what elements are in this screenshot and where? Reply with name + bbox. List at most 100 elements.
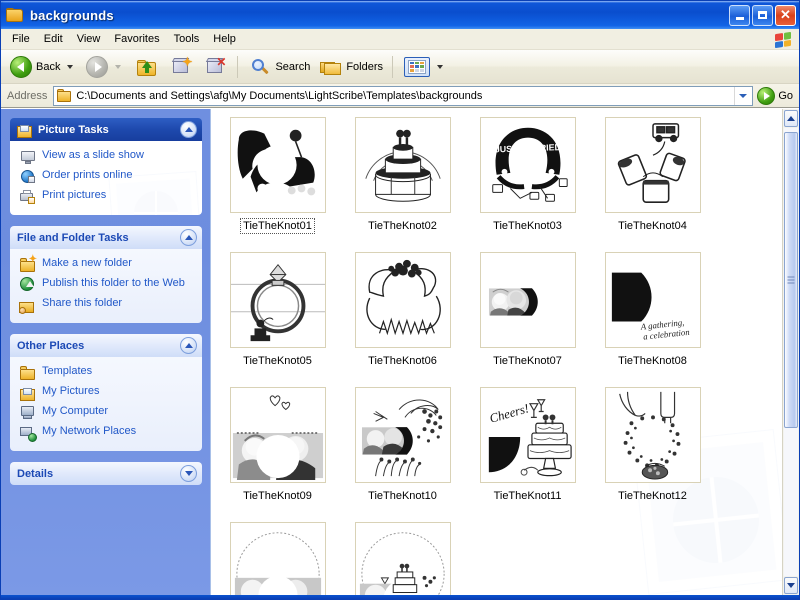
panel-picture-tasks: Picture Tasks View as a slide show: [10, 118, 202, 215]
file-name: TieTheKnot05: [241, 354, 314, 368]
file-name: TieTheKnot12: [616, 489, 689, 503]
address-path-text: C:\Documents and Settings\afg\My Documen…: [76, 90, 730, 102]
scrollbar-thumb[interactable]: [784, 132, 798, 428]
go-button[interactable]: Go: [757, 87, 797, 105]
minimize-button[interactable]: [729, 5, 750, 26]
thumbnail[interactable]: [355, 117, 451, 213]
thumbnail-art: [356, 253, 450, 347]
close-button[interactable]: ✕: [775, 5, 796, 26]
delete-button[interactable]: ✕: [199, 53, 231, 81]
thumbnail-art: [231, 388, 325, 482]
thumbnail[interactable]: [230, 252, 326, 348]
task-make-new-folder[interactable]: ✦ Make a new folder: [20, 255, 194, 275]
thumbnail[interactable]: [355, 522, 451, 595]
task-order-prints[interactable]: Order prints online: [20, 167, 194, 187]
my-computer-icon: [20, 405, 36, 421]
file-item[interactable]: [215, 522, 340, 595]
search-button[interactable]: Search: [244, 53, 313, 81]
vertical-scrollbar[interactable]: [782, 109, 799, 595]
file-item[interactable]: TieTheKnot12: [590, 387, 715, 522]
folders-button[interactable]: Folders: [315, 53, 386, 81]
collapse-chevron-up-icon[interactable]: [180, 121, 197, 138]
new-folder-button[interactable]: ✦: [165, 53, 197, 81]
scroll-down-icon[interactable]: [784, 577, 798, 594]
back-button[interactable]: Back: [5, 53, 79, 81]
menu-file[interactable]: File: [5, 30, 37, 48]
file-item[interactable]: TieTheKnot02: [340, 117, 465, 252]
file-item[interactable]: TieTheKnot04: [590, 117, 715, 252]
scroll-up-icon[interactable]: [784, 110, 798, 127]
menu-tools[interactable]: Tools: [167, 30, 207, 48]
thumbnail[interactable]: JUST MARRIED: [480, 117, 576, 213]
menu-edit[interactable]: Edit: [37, 30, 70, 48]
thumbnail[interactable]: [230, 522, 326, 595]
panel-header-other-places[interactable]: Other Places: [10, 334, 202, 357]
thumbnail[interactable]: [355, 252, 451, 348]
forward-button[interactable]: [81, 53, 129, 81]
address-input[interactable]: C:\Documents and Settings\afg\My Documen…: [53, 86, 753, 106]
file-item[interactable]: Cheers!: [465, 387, 590, 522]
file-item[interactable]: JUST MARRIED TieTheKnot03: [465, 117, 590, 252]
thumbnail[interactable]: A gathering, a celebration: [605, 252, 701, 348]
panel-other-places: Other Places Templates My Pictur: [10, 334, 202, 451]
menu-help[interactable]: Help: [206, 30, 243, 48]
thumbnail[interactable]: [605, 387, 701, 483]
task-label: My Pictures: [42, 385, 99, 398]
thumbnail[interactable]: [355, 387, 451, 483]
file-item[interactable]: TieTheKnot05: [215, 252, 340, 387]
maximize-button[interactable]: [752, 5, 773, 26]
panel-title: Other Places: [17, 340, 175, 352]
place-templates[interactable]: Templates: [20, 363, 194, 383]
file-item[interactable]: TieTheKnot09: [215, 387, 340, 522]
task-print-pictures[interactable]: Print pictures: [20, 187, 194, 207]
go-arrow-icon: [757, 87, 775, 105]
task-publish-to-web[interactable]: Publish this folder to the Web: [20, 275, 194, 295]
thumbnail[interactable]: [480, 252, 576, 348]
file-item[interactable]: TieTheKnot01: [215, 117, 340, 252]
panel-details: Details: [10, 462, 202, 485]
network-places-icon: [20, 425, 36, 441]
panel-header-picture-tasks[interactable]: Picture Tasks: [10, 118, 202, 141]
slideshow-icon: [20, 149, 36, 165]
file-name: TieTheKnot03: [491, 219, 564, 233]
task-view-slideshow[interactable]: View as a slide show: [20, 147, 194, 167]
back-dropdown-icon[interactable]: [67, 65, 73, 69]
task-share-folder[interactable]: Share this folder: [20, 295, 194, 315]
panel-header-file-and-folder-tasks[interactable]: File and Folder Tasks: [10, 226, 202, 249]
file-list-pane[interactable]: TieTheKnot01: [210, 109, 799, 595]
collapse-chevron-up-icon[interactable]: [180, 337, 197, 354]
thumbnail[interactable]: Cheers!: [480, 387, 576, 483]
menu-favorites[interactable]: Favorites: [107, 30, 166, 48]
panel-header-details[interactable]: Details: [10, 462, 202, 485]
file-item[interactable]: TieTheKnot06: [340, 252, 465, 387]
file-item[interactable]: TieTheKnot10: [340, 387, 465, 522]
place-my-pictures[interactable]: My Pictures: [20, 383, 194, 403]
place-network-places[interactable]: My Network Places: [20, 423, 194, 443]
views-button[interactable]: [399, 53, 451, 81]
thumbnail[interactable]: [605, 117, 701, 213]
scrollbar-track[interactable]: [784, 128, 798, 576]
menu-view[interactable]: View: [70, 30, 108, 48]
file-name: TieTheKnot11: [492, 489, 564, 503]
chevron-down-icon[interactable]: [734, 87, 750, 105]
views-dropdown-icon[interactable]: [437, 65, 443, 69]
svg-text:Cheers!: Cheers!: [487, 401, 530, 426]
collapse-chevron-up-icon[interactable]: [180, 229, 197, 246]
file-item[interactable]: [340, 522, 465, 595]
expand-chevron-down-icon[interactable]: [180, 465, 197, 482]
file-item[interactable]: A gathering, a celebration TieTheKnot08: [590, 252, 715, 387]
up-button[interactable]: [131, 53, 163, 81]
up-folder-icon: [136, 57, 158, 77]
place-my-computer[interactable]: My Computer: [20, 403, 194, 423]
file-item[interactable]: TieTheKnot07: [465, 252, 590, 387]
panel-title: Picture Tasks: [38, 124, 175, 136]
thumbnail-art: [356, 523, 450, 595]
back-arrow-icon: [10, 56, 32, 78]
thumbnail[interactable]: [230, 387, 326, 483]
task-label: Templates: [42, 365, 92, 378]
file-name: TieTheKnot08: [616, 354, 689, 368]
thumbnail[interactable]: [230, 117, 326, 213]
folders-icon: [320, 57, 342, 77]
forward-dropdown-icon: [115, 65, 121, 69]
thumbnail-art: [606, 388, 700, 482]
